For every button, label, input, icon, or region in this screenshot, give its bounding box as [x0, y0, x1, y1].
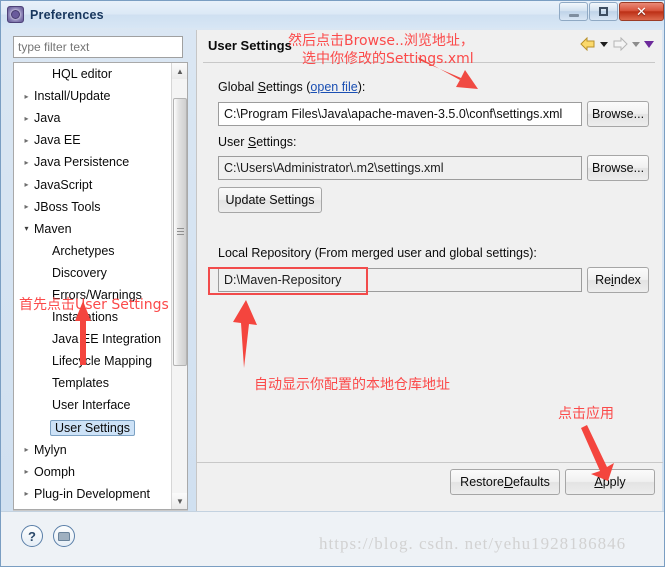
preferences-gear-icon [7, 6, 24, 23]
back-arrow-icon[interactable] [580, 37, 596, 51]
dialog-footer: ? OK Cancel [1, 511, 664, 566]
chevron-right-icon[interactable] [20, 114, 33, 123]
sidebar-item-label: Oomph [34, 464, 75, 479]
sidebar-item-label: Errors/Warnings [52, 287, 142, 302]
sidebar-item-label: Maven [34, 221, 72, 236]
open-file-link[interactable]: open file [310, 80, 357, 94]
sidebar-item-java-ee-integration[interactable]: Java EE Integration [14, 328, 171, 350]
reindex-button[interactable]: Re i ndex [587, 267, 649, 293]
chevron-right-icon[interactable] [20, 92, 33, 101]
sidebar-item-javascript[interactable]: JavaScript [14, 173, 171, 195]
chevron-right-icon[interactable] [20, 180, 33, 189]
local-repository-label: Local Repository (From merged user and g… [218, 246, 537, 260]
preferences-tree-panel: HQL editor Install/Update Java Java EE Java … [5, 30, 192, 527]
sidebar-item-archetypes[interactable]: Archetypes [14, 240, 171, 262]
sidebar-item-label: Java EE [34, 133, 81, 148]
local-repository-input: D:\Maven-Repository [218, 268, 582, 292]
tree-vscroll-thumb[interactable] [173, 98, 187, 366]
preferences-dialog: Preferences ✕ HQL editor Install/Update Ja… [0, 0, 665, 567]
window-title: Preferences [30, 7, 104, 22]
preferences-tree[interactable]: HQL editor Install/Update Java Java EE Java … [13, 62, 188, 510]
header-divider [203, 62, 655, 63]
window-controls: ✕ [558, 2, 664, 21]
restore-defaults-button[interactable]: Restore Defaults [450, 469, 560, 495]
sidebar-item-hql-editor[interactable]: HQL editor [14, 63, 171, 85]
export-glyph [58, 531, 70, 541]
sidebar-item-label: Discovery [52, 265, 107, 280]
sidebar-item-label: Installations [52, 310, 119, 325]
export-icon[interactable] [53, 525, 75, 547]
global-settings-browse-button[interactable]: Browse... [587, 101, 649, 127]
dialog-body: HQL editor Install/Update Java Java EE Java … [5, 30, 663, 527]
tree-vertical-scrollbar[interactable]: ▲ ▼ [171, 63, 187, 509]
user-settings-input[interactable]: C:\Users\Administrator\.m2\settings.xml [218, 156, 582, 180]
sidebar-item-user-settings[interactable]: User Settings [14, 417, 171, 439]
title-bar: Preferences ✕ [1, 1, 664, 28]
maximize-button[interactable] [589, 2, 618, 21]
back-dropdown-icon[interactable] [600, 41, 608, 47]
sidebar-item-label: Archetypes [52, 243, 115, 258]
user-settings-browse-button[interactable]: Browse... [587, 155, 649, 181]
sidebar-item-label: User Interface [52, 398, 131, 413]
sidebar-item-label: JBoss Tools [34, 199, 101, 214]
sidebar-item-errors-warnings[interactable]: Errors/Warnings [14, 284, 171, 306]
sidebar-item-lifecycle-mapping[interactable]: Lifecycle Mapping [14, 350, 171, 372]
sidebar-item-plug-in-development[interactable]: Plug-in Development [14, 483, 171, 505]
close-button[interactable]: ✕ [619, 2, 664, 21]
sidebar-item-label: Templates [52, 376, 109, 391]
chevron-right-icon[interactable] [20, 202, 33, 211]
user-settings-page: User Settings Global Settings (open file [196, 30, 663, 511]
sidebar-item-mylyn[interactable]: Mylyn [14, 439, 171, 461]
user-settings-label: User Settings: [218, 135, 297, 149]
sidebar-item-user-interface[interactable]: User Interface [14, 394, 171, 416]
chevron-right-icon[interactable] [20, 467, 33, 476]
sidebar-item-java[interactable]: Java [14, 107, 171, 129]
sidebar-item-label: User Settings [50, 419, 136, 436]
sidebar-item-java-persistence[interactable]: Java Persistence [14, 151, 171, 173]
scroll-down-icon[interactable]: ▼ [172, 493, 187, 509]
chevron-right-icon[interactable] [20, 489, 33, 498]
sidebar-item-label: Plug-in Development [34, 486, 151, 501]
sidebar-item-label: Lifecycle Mapping [52, 354, 153, 369]
apply-button[interactable]: Apply [565, 469, 655, 495]
page-title: User Settings [208, 38, 292, 53]
global-settings-label: Global Settings (open file): [218, 80, 366, 94]
page-nav-icons [580, 37, 654, 51]
sidebar-item-label: Java [34, 111, 61, 126]
sidebar-item-jboss-tools[interactable]: JBoss Tools [14, 196, 171, 218]
forward-dropdown-icon[interactable] [632, 41, 640, 47]
filter-input[interactable] [13, 36, 183, 58]
sidebar-item-label: HQL editor [52, 67, 112, 82]
sidebar-item-maven[interactable]: Maven [14, 218, 171, 240]
sidebar-item-label: Install/Update [34, 89, 111, 104]
sidebar-item-install-update[interactable]: Install/Update [14, 85, 171, 107]
chevron-right-icon[interactable] [20, 445, 33, 454]
chevron-down-icon[interactable] [20, 224, 33, 233]
page-header: User Settings [197, 30, 662, 63]
update-settings-button[interactable]: Update Settings [218, 187, 322, 213]
action-bar-divider [197, 462, 663, 463]
sidebar-item-label: Mylyn [34, 442, 67, 457]
help-icon[interactable]: ? [21, 525, 43, 547]
sidebar-item-discovery[interactable]: Discovery [14, 262, 171, 284]
chevron-right-icon[interactable] [20, 158, 33, 167]
scroll-up-icon[interactable]: ▲ [172, 63, 187, 79]
sidebar-item-label: Java Persistence [34, 155, 130, 170]
view-menu-icon[interactable] [644, 40, 654, 48]
minimize-button[interactable] [559, 2, 588, 21]
chevron-right-icon[interactable] [20, 136, 33, 145]
forward-arrow-icon[interactable] [612, 37, 628, 51]
sidebar-item-templates[interactable]: Templates [14, 372, 171, 394]
sidebar-item-label: Java EE Integration [52, 332, 162, 347]
sidebar-item-label: JavaScript [34, 177, 93, 192]
global-settings-input[interactable]: C:\Program Files\Java\apache-maven-3.5.0… [218, 102, 582, 126]
sidebar-item-oomph[interactable]: Oomph [14, 461, 171, 483]
sidebar-item-java-ee[interactable]: Java EE [14, 129, 171, 151]
sidebar-item-installations[interactable]: Installations [14, 306, 171, 328]
